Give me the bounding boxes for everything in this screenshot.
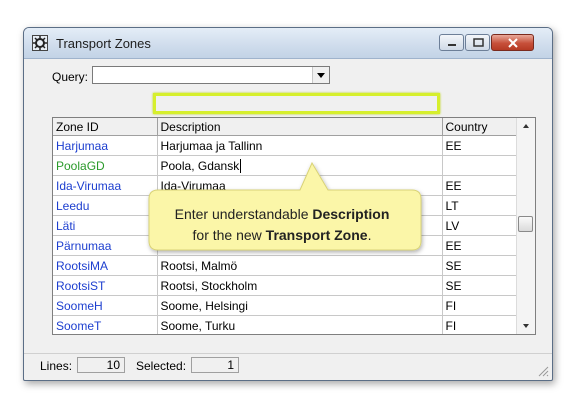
scrollbar-thumb[interactable] [518, 216, 533, 232]
description-cell[interactable]: Ida-Virumaa [157, 175, 443, 196]
callout-text: Enter understandable Description for the… [148, 204, 416, 246]
description-edit-text: Poola, Gdansk [160, 158, 240, 173]
callout-line2-bold: Transport Zone [265, 227, 368, 243]
dropdown-button[interactable] [312, 67, 329, 83]
zone-id-cell[interactable]: PoolaGD [53, 155, 158, 176]
description-edit-cell[interactable]: Poola, Gdansk [157, 155, 443, 176]
minimize-button[interactable] [439, 34, 464, 51]
callout-line1-bold: Description [312, 206, 390, 222]
country-cell[interactable]: SE [442, 255, 519, 276]
zone-id-cell[interactable]: Leedu [53, 195, 158, 216]
country-cell[interactable]: FI [442, 315, 519, 334]
description-cell[interactable]: Rootsi, Stockholm [157, 275, 443, 296]
description-cell[interactable]: Soome, Helsingi [157, 295, 443, 316]
description-cell[interactable]: Soome, Turku [157, 315, 443, 334]
column-header-zone-id[interactable]: Zone ID [53, 118, 158, 136]
arrow-down-icon [523, 324, 529, 328]
zone-id-cell[interactable]: Pärnumaa [53, 235, 158, 256]
column-header-country[interactable]: Country [442, 118, 519, 136]
window-title: Transport Zones [56, 36, 151, 51]
zone-id-cell[interactable]: SoomeT [53, 315, 158, 334]
zone-id-cell[interactable]: Läti [53, 215, 158, 236]
status-bar: Lines: 10 Selected: 1 [24, 353, 552, 380]
callout-line1-prefix: Enter understandable [174, 206, 313, 222]
callout-line-2: for the new Transport Zone. [148, 225, 416, 246]
text-cursor [240, 158, 242, 173]
table-row[interactable]: SoomeT Soome, Turku FI [53, 315, 519, 334]
country-cell[interactable]: LV [442, 215, 519, 236]
zone-id-cell[interactable]: Harjumaa [53, 135, 158, 156]
table-row[interactable]: Ida-Virumaa Ida-Virumaa EE [53, 175, 519, 196]
table-row[interactable]: Harjumaa Harjumaa ja Tallinn EE [53, 135, 519, 156]
resize-grip-icon[interactable] [537, 365, 549, 377]
query-dropdown[interactable] [92, 66, 330, 84]
zone-id-cell[interactable]: RootsiST [53, 275, 158, 296]
selected-count: 1 [191, 357, 239, 373]
country-cell[interactable]: FI [442, 295, 519, 316]
lines-label: Lines: [40, 359, 73, 373]
query-label: Query: [52, 70, 89, 84]
country-cell[interactable]: LT [442, 195, 519, 216]
maximize-icon [473, 38, 484, 47]
description-cell[interactable]: Harjumaa ja Tallinn [157, 135, 443, 156]
country-cell[interactable]: SE [442, 275, 519, 296]
maximize-button[interactable] [465, 34, 490, 51]
table-row[interactable]: SoomeH Soome, Helsingi FI [53, 295, 519, 316]
callout-line-1: Enter understandable Description [148, 204, 416, 225]
table-row[interactable]: RootsiST Rootsi, Stockholm SE [53, 275, 519, 296]
zone-id-cell[interactable]: Ida-Virumaa [53, 175, 158, 196]
country-cell[interactable]: EE [442, 175, 519, 196]
selected-label: Selected: [136, 359, 187, 373]
callout-line2-suffix: . [367, 227, 372, 243]
close-button[interactable] [491, 34, 534, 51]
country-cell[interactable]: EE [442, 135, 519, 156]
scroll-up-button[interactable] [517, 118, 535, 135]
minimize-icon [448, 44, 456, 46]
column-header-description[interactable]: Description [157, 118, 443, 136]
vertical-scrollbar[interactable] [516, 118, 535, 334]
close-icon [508, 38, 518, 48]
country-cell[interactable]: EE [442, 235, 519, 256]
title-bar[interactable]: Transport Zones [24, 28, 552, 59]
description-highlight [153, 93, 440, 114]
chevron-down-icon [317, 73, 325, 78]
arrow-up-icon [523, 124, 529, 128]
country-cell[interactable] [442, 155, 519, 176]
callout-line2-prefix: for the new [192, 227, 266, 243]
table-row-editing[interactable]: PoolaGD Poola, Gdansk [53, 155, 519, 176]
scroll-down-button[interactable] [517, 317, 535, 334]
lines-count: 10 [77, 357, 125, 373]
zone-id-cell[interactable]: RootsiMA [53, 255, 158, 276]
gear-icon [32, 35, 48, 51]
zone-id-cell[interactable]: SoomeH [53, 295, 158, 316]
